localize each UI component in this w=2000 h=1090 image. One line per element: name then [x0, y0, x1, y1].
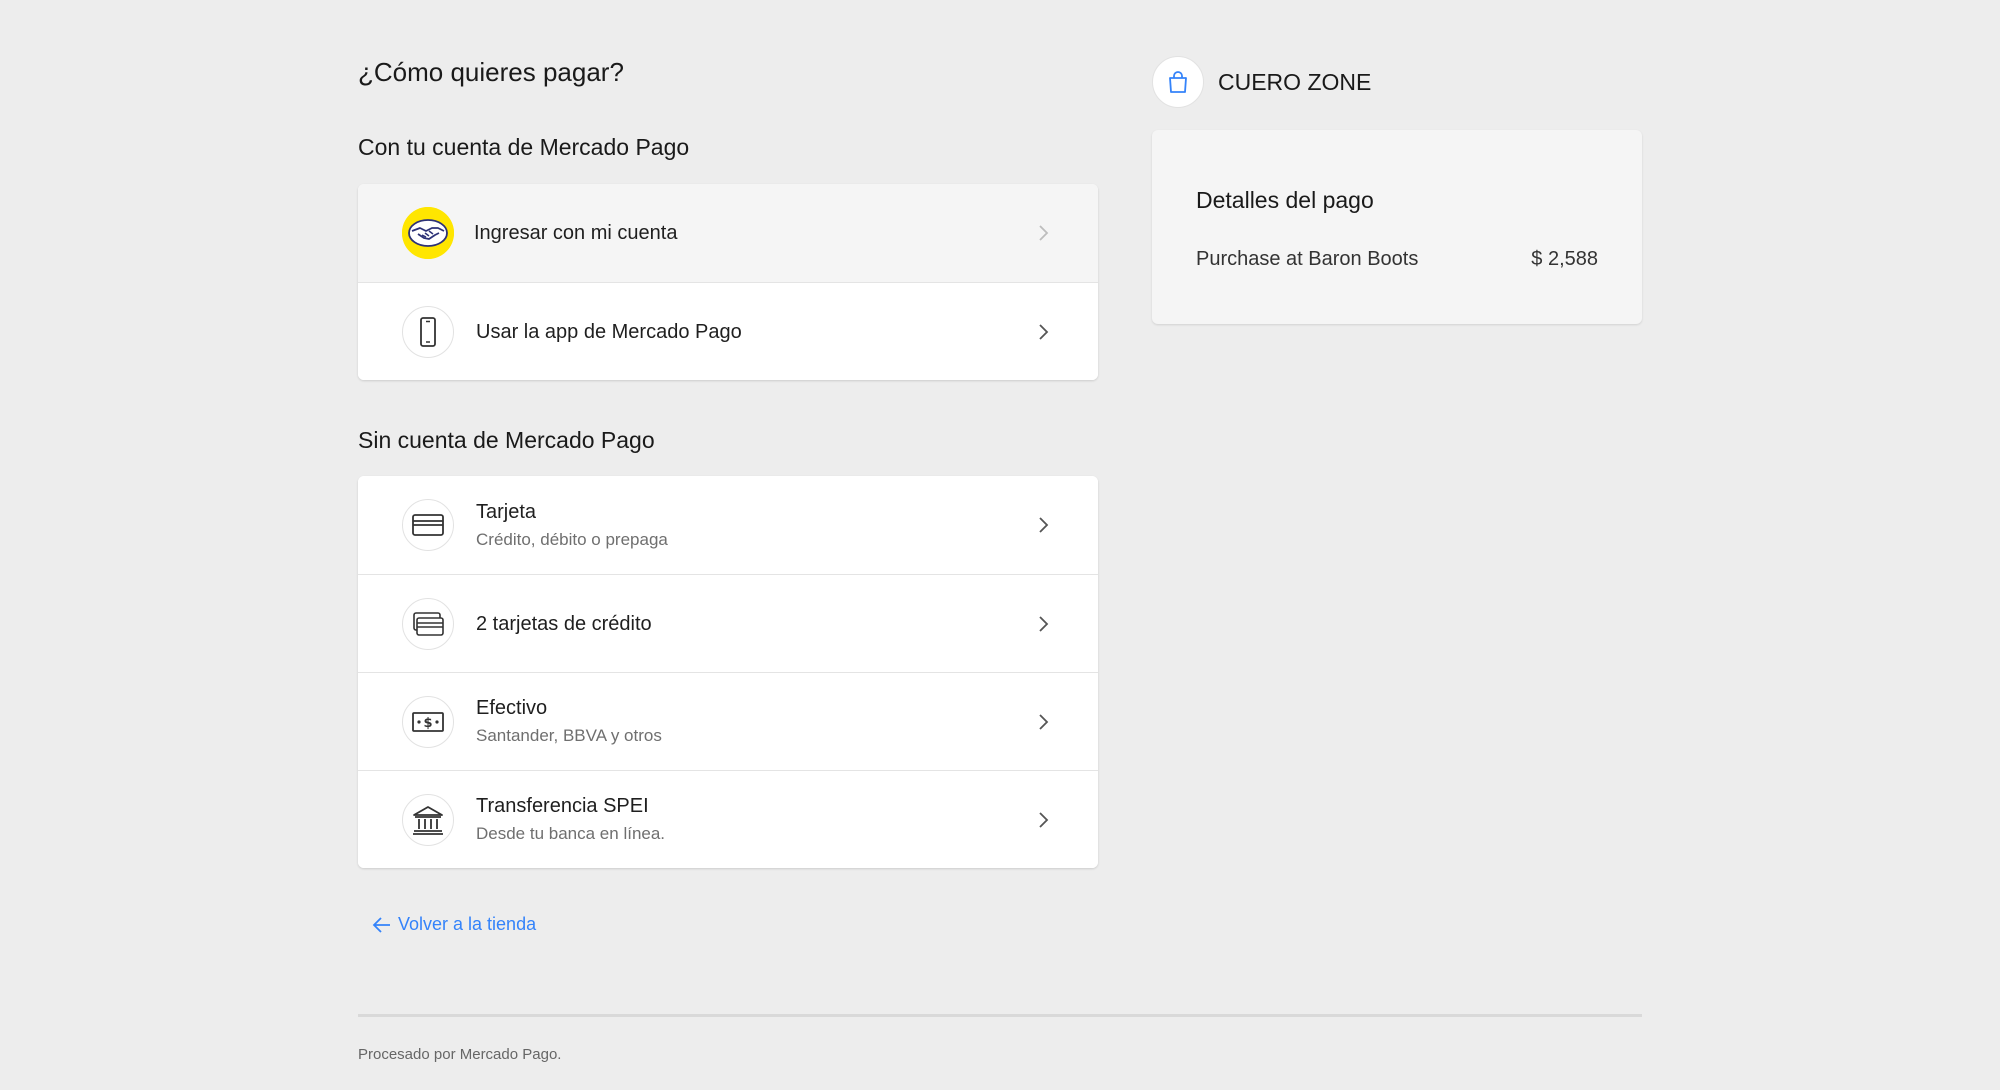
use-app-label: Usar la app de Mercado Pago — [476, 320, 742, 343]
arrow-left-icon — [372, 916, 390, 933]
payment-details-row: Purchase at Baron Boots $ 2,588 — [1196, 248, 1598, 271]
two-cards-option-label: 2 tarjetas de crédito — [476, 612, 652, 635]
two-cards-option[interactable]: 2 tarjetas de crédito — [358, 574, 1098, 672]
payment-details-title: Detalles del pago — [1196, 187, 1374, 213]
spei-transfer-option-sublabel: Desde tu banca en línea. — [476, 824, 666, 843]
two-cards-icon — [402, 597, 454, 650]
credit-card-icon — [402, 499, 454, 551]
cash-option-label: Efectivo — [476, 697, 548, 719]
footer-text: Procesado por Mercado Pago. — [358, 1046, 562, 1063]
use-app-option[interactable]: Usar la app de Mercado Pago — [358, 282, 1098, 380]
footer-divider — [358, 1014, 1642, 1017]
mercado-pago-handshake-icon — [402, 207, 454, 259]
spei-transfer-option-label: Transferencia SPEI — [476, 795, 649, 817]
chevron-right-icon — [1034, 322, 1054, 342]
purchase-amount: $ 2,588 — [1531, 248, 1598, 270]
chevron-right-icon — [1034, 515, 1054, 535]
chevron-right-icon — [1034, 614, 1054, 634]
payment-details-card: Detalles del pago Purchase at Baron Boot… — [1152, 130, 1642, 324]
chevron-right-icon — [1034, 223, 1054, 243]
back-to-store-label: Volver a la tienda — [398, 914, 537, 934]
without-account-card: Tarjeta Crédito, débito o prepaga 2 tarj… — [358, 476, 1098, 868]
without-account-section-title: Sin cuenta de Mercado Pago — [358, 427, 655, 453]
login-with-account-label: Ingresar con mi cuenta — [474, 222, 678, 244]
purchase-description: Purchase at Baron Boots — [1196, 248, 1419, 270]
spei-transfer-option[interactable]: Transferencia SPEI Desde tu banca en lín… — [358, 770, 1098, 868]
shopping-bag-icon — [1152, 56, 1204, 108]
cash-option[interactable]: $ Efectivo Santander, BBVA y otros — [358, 672, 1098, 770]
store-header: CUERO ZONE — [1152, 56, 1371, 108]
card-option-label: Tarjeta — [476, 500, 537, 523]
smartphone-icon — [402, 305, 454, 358]
login-with-account-option[interactable]: Ingresar con mi cuenta — [358, 184, 1098, 282]
chevron-right-icon — [1034, 712, 1054, 732]
back-to-store-link[interactable]: Volver a la tienda — [372, 914, 536, 935]
cash-icon: $ — [402, 695, 454, 748]
svg-text:$: $ — [423, 716, 432, 731]
card-option-sublabel: Crédito, débito o prepaga — [476, 529, 668, 549]
card-option[interactable]: Tarjeta Crédito, débito o prepaga — [358, 476, 1098, 574]
cash-option-sublabel: Santander, BBVA y otros — [476, 726, 662, 745]
with-account-card: Ingresar con mi cuenta Usar la app de Me… — [358, 184, 1098, 380]
with-account-section-title: Con tu cuenta de Mercado Pago — [358, 134, 690, 160]
page-title: ¿Cómo quieres pagar? — [358, 57, 624, 87]
bank-icon — [402, 793, 454, 846]
store-name: CUERO ZONE — [1218, 68, 1372, 95]
chevron-right-icon — [1034, 810, 1054, 830]
